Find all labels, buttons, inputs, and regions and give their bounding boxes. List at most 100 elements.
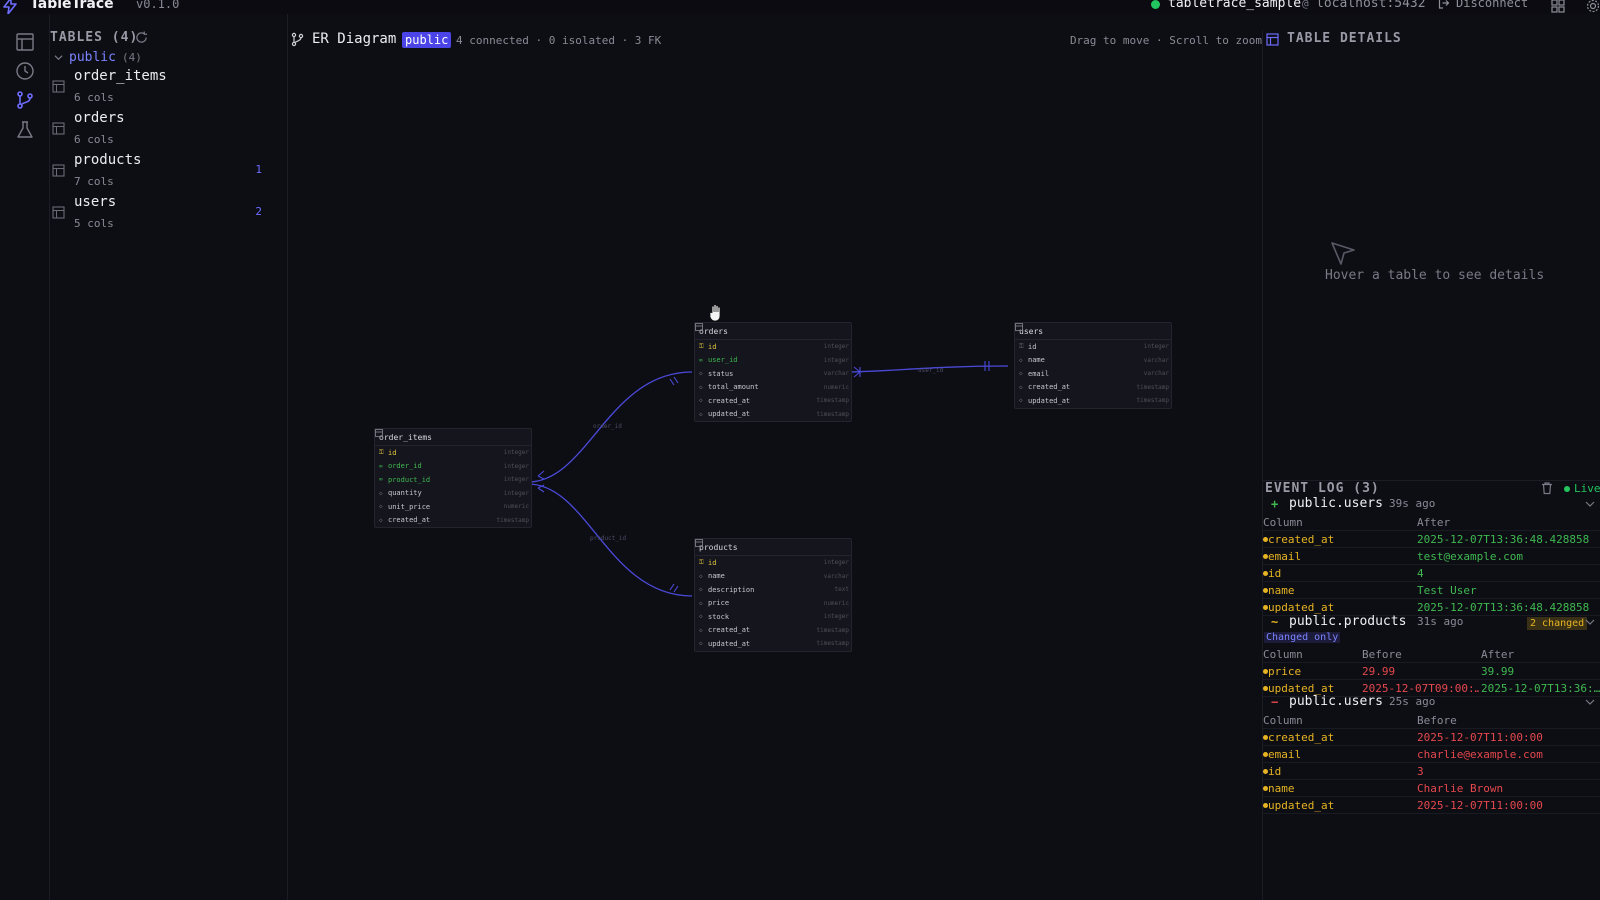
column-type: numeric — [503, 503, 529, 511]
node-column: ◇ updated_at timestamp — [695, 408, 851, 422]
table-name: order_items — [74, 68, 167, 84]
history-nav-icon[interactable] — [15, 61, 35, 81]
column-key: ◇ — [1019, 383, 1023, 391]
node-column: ◇ description text — [695, 583, 851, 597]
column-type: integer — [823, 613, 849, 621]
column-key: ∞ — [379, 462, 383, 470]
tables-sidebar: TABLES (4) public (4) order_items 6 cols… — [50, 14, 288, 900]
layout-grid-icon[interactable] — [1551, 0, 1565, 13]
column-key: ◇ — [1019, 356, 1023, 364]
changed-badge: 2 changed — [1527, 617, 1588, 630]
change-count-badge: 1 — [255, 163, 262, 176]
log-event-header[interactable]: − public.users 25s ago — [1263, 694, 1600, 712]
node-header[interactable]: products — [695, 539, 851, 556]
node-column: ◇ price numeric — [695, 597, 851, 611]
er-diagram-nav-icon[interactable] — [15, 90, 35, 110]
node-column: ◇ created_at timestamp — [1015, 381, 1171, 395]
event-op: − — [1271, 695, 1279, 709]
column-name: updated_at — [708, 639, 751, 648]
node-column: ◇ email varchar — [1015, 367, 1171, 381]
disconnect-button[interactable]: Disconnect — [1438, 0, 1528, 10]
column-key: ◇ — [699, 613, 703, 621]
table-cols: 6 cols — [74, 91, 114, 104]
event-op: + — [1271, 497, 1279, 511]
column-type: integer — [503, 476, 529, 484]
live-label: Live — [1574, 482, 1600, 495]
trash-icon[interactable] — [1540, 481, 1554, 495]
er-node-order-items[interactable]: order_items ⚿ id integer ∞ order_id integer ∞ pr… — [374, 428, 532, 528]
gear-icon[interactable] — [1585, 0, 1600, 14]
table-icon — [52, 206, 65, 219]
log-table-header: Column Before After — [1263, 646, 1600, 663]
node-column: ∞ order_id integer — [375, 460, 531, 474]
column-name: id — [708, 558, 717, 567]
one-marker — [669, 376, 679, 386]
column-key: ⚿ — [699, 342, 704, 350]
log-row: id 4 — [1263, 565, 1600, 582]
sidebar-item-order-items[interactable]: order_items 6 cols — [50, 68, 282, 112]
er-node-orders[interactable]: orders ⚿ id integer ∞ user_id integer ◇ status va… — [694, 322, 852, 422]
column-name: created_at — [708, 396, 751, 405]
column-name: id — [708, 342, 717, 351]
column-name: name — [708, 572, 725, 581]
flask-nav-icon[interactable] — [15, 120, 35, 140]
hand-cursor-icon — [709, 304, 721, 322]
column-name: unit_price — [388, 502, 431, 511]
node-column: ◇ created_at timestamp — [695, 394, 851, 408]
top-bar: TableTrace v0.1.0 tabletrace_sample @ lo… — [0, 0, 1600, 14]
er-node-users[interactable]: users ⚿ id integer ◇ name varchar ◇ email varchar… — [1014, 322, 1172, 409]
log-row: created_at 2025-12-07T11:00:00 — [1263, 729, 1600, 746]
edge-label-order-id: order_id — [593, 423, 622, 430]
sidebar-item-orders[interactable]: orders 6 cols — [50, 110, 282, 154]
table-icon — [1015, 323, 1023, 331]
column-type: varchar — [1143, 356, 1169, 364]
node-column: ◇ quantity integer — [375, 487, 531, 501]
column-key: ◇ — [1019, 370, 1023, 378]
node-title: orders — [699, 326, 728, 336]
er-canvas[interactable]: user_id order_id product_id orders ⚿ id int… — [288, 50, 1262, 900]
column-type: integer — [503, 462, 529, 470]
column-type: integer — [503, 449, 529, 457]
crowfoot-marker — [537, 484, 545, 493]
node-column: ∞ product_id integer — [375, 473, 531, 487]
node-header[interactable]: orders — [695, 323, 851, 340]
chevron-down-icon — [1585, 619, 1595, 625]
schema-toggle[interactable]: public (4) — [54, 50, 142, 65]
git-branch-icon — [291, 32, 304, 47]
sidebar-item-products[interactable]: products 7 cols 1 — [50, 152, 282, 196]
tables-nav-icon[interactable] — [15, 32, 35, 52]
event-table: public.users — [1289, 496, 1383, 511]
log-event-header[interactable]: + public.users 39s ago — [1263, 496, 1600, 514]
sidebar-item-users[interactable]: users 5 cols 2 — [50, 194, 282, 238]
node-column: ◇ unit_price numeric — [375, 500, 531, 514]
node-header[interactable]: users — [1015, 323, 1171, 340]
event-log-panel: EVENT LOG (3) Live + public.users 39s ag… — [1262, 480, 1600, 900]
table-name: users — [74, 194, 117, 210]
log-row: email charlie@example.com — [1263, 746, 1600, 763]
schema-count: (4) — [121, 51, 142, 64]
schema-badge[interactable]: public — [402, 32, 452, 48]
refresh-icon[interactable] — [135, 31, 148, 44]
node-column: ◇ updated_at timestamp — [695, 637, 851, 651]
column-key: ◇ — [699, 586, 703, 594]
table-details-panel: TABLE DETAILS Hover a table to see detai… — [1262, 30, 1600, 480]
live-dot — [1564, 485, 1570, 492]
log-event-header[interactable]: ~ public.products 31s ago 2 changed — [1263, 614, 1600, 632]
chevron-down-icon — [1585, 699, 1595, 705]
column-type: text — [834, 586, 849, 594]
column-type: timestamp — [1136, 383, 1169, 391]
column-name: id — [388, 448, 397, 457]
app-version: v0.1.0 — [136, 0, 180, 11]
table-icon — [52, 80, 65, 93]
column-name: quantity — [388, 489, 422, 498]
column-name: created_at — [1028, 383, 1071, 392]
changed-only-filter[interactable]: Changed only — [1263, 632, 1600, 646]
er-node-products[interactable]: products ⚿ id integer ◇ name varchar ◇ descripti… — [694, 538, 852, 652]
node-header[interactable]: order_items — [375, 429, 531, 446]
edge-label-user-id: user_id — [918, 367, 944, 374]
column-name: order_id — [388, 462, 422, 471]
column-type: varchar — [823, 572, 849, 580]
er-title: ER Diagram — [312, 31, 397, 47]
log-row: created_at 2025-12-07T13:36:48.428858 — [1263, 531, 1600, 548]
column-key: ◇ — [699, 599, 703, 607]
